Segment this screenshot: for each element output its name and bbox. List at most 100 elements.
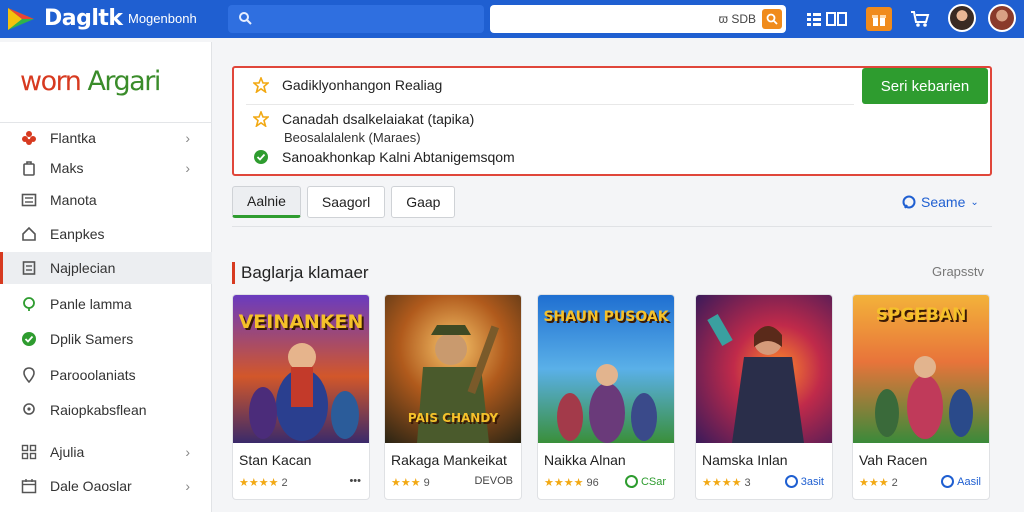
- status-circle-icon: [624, 475, 638, 488]
- sidebar-item-label: Ajulia: [50, 444, 85, 460]
- game-card-tag: DEVOB: [474, 475, 513, 487]
- star-icon: [252, 110, 270, 128]
- rating-stars: ★★★ 9: [391, 476, 430, 489]
- star-icon: ★★★★: [239, 477, 279, 489]
- rating-stars: ★★★★ 2: [239, 476, 288, 489]
- location-icon: [20, 366, 38, 384]
- chevron-right-icon: ›: [185, 444, 190, 460]
- game-card-image: [696, 295, 832, 443]
- sidebar-item-najplecian[interactable]: Najplecian: [0, 252, 212, 284]
- game-card[interactable]: SHAUN PUSOAK Naikka Alnan ★★★★ 96 CSar: [537, 294, 675, 500]
- sidebar-item-flantka[interactable]: Flantka ›: [0, 122, 212, 154]
- sidebar-item-eanpkes[interactable]: Eanpkes: [0, 218, 212, 250]
- game-card-title: Naikka Alnan: [544, 452, 626, 468]
- rating-value: 2: [281, 477, 288, 489]
- calendar-icon: [20, 477, 38, 495]
- tab-aalnie[interactable]: Aalnie: [232, 186, 301, 218]
- rating-value: 9: [423, 477, 430, 489]
- brand-subtitle: Mogenbonh: [128, 11, 197, 26]
- sidebar-item-panle-lamma[interactable]: Panle lamma: [0, 288, 212, 320]
- more-options-icon[interactable]: •••: [349, 475, 361, 487]
- rating-value: 96: [586, 477, 599, 489]
- sidebar: worn Argari Flantka › Maks › Manota Eanp…: [0, 42, 212, 512]
- check-icon: [20, 330, 38, 348]
- notification-panel: Gadiklyonhangon Realiag Canadah dsalkela…: [232, 66, 992, 176]
- alert-action-button[interactable]: Seri kebarien: [862, 68, 988, 104]
- game-card-art-title: PAIS CHANDY: [407, 411, 499, 425]
- game-card-art-title: SHAUN PUSOAK: [543, 309, 669, 325]
- sidebar-logo[interactable]: worn Argari: [20, 66, 161, 97]
- game-card-art-title: VEINANKEN: [238, 311, 364, 333]
- avatar[interactable]: [948, 4, 976, 32]
- tab-gaap[interactable]: Gaap: [391, 186, 456, 218]
- tab-saagorl[interactable]: Saagorl: [306, 186, 386, 218]
- sidebar-item-ajulia[interactable]: Ajulia ›: [0, 436, 212, 468]
- game-card[interactable]: VEINANKEN Stan Kacan ★★★★ 2 •••: [232, 294, 370, 500]
- top-bar: Dagltk Mogenbonh ϖ SDB: [0, 0, 1024, 38]
- chevron-down-icon: ⌄: [970, 196, 979, 208]
- section-title: Baglarja klamaer: [232, 262, 369, 284]
- rating-value: 2: [891, 477, 898, 489]
- chevron-right-icon: ›: [185, 130, 190, 146]
- game-card[interactable]: PAIS CHANDY Rakaga Mankeikat ★★★ 9 DEVOB: [384, 294, 522, 500]
- game-card[interactable]: Namska Inlan ★★★★ 3 3asit: [695, 294, 833, 500]
- rating-stars: ★★★ 2: [859, 476, 898, 489]
- notification-detail: Canadah dsalkelaiakat (tapika): [282, 111, 475, 127]
- sidebar-item-dale-oaoslar[interactable]: Dale Oaoslar ›: [0, 470, 212, 502]
- brand-name[interactable]: Dagltk: [44, 6, 123, 31]
- game-card-tag: 3asit: [784, 475, 824, 488]
- game-card-title: Rakaga Mankeikat: [391, 452, 507, 468]
- star-icon: ★★★: [391, 477, 421, 489]
- sidebar-item-label: Parooolaniats: [50, 367, 136, 383]
- list-icon: [20, 191, 38, 209]
- avatar[interactable]: [988, 4, 1016, 32]
- game-card-tag: CSar: [624, 475, 666, 488]
- game-card[interactable]: SPGEBAN Vah Racen ★★★ 2 Aasil: [852, 294, 990, 500]
- star-icon: ★★★★: [702, 477, 742, 489]
- game-card-title: Vah Racen: [859, 452, 928, 468]
- star-icon: ★★★: [859, 477, 889, 489]
- sidebar-item-manota[interactable]: Manota: [0, 184, 212, 216]
- game-card-title: Stan Kacan: [239, 452, 312, 468]
- gift-icon[interactable]: [866, 7, 892, 31]
- chevron-right-icon: ›: [185, 160, 190, 176]
- cart-icon[interactable]: [908, 7, 932, 31]
- sidebar-item-label: Dplik Samers: [50, 331, 134, 347]
- sidebar-item-maks[interactable]: Maks ›: [0, 152, 212, 184]
- notification-title: Gadiklyonhangon Realiag: [282, 77, 443, 93]
- place-icon: [20, 401, 38, 419]
- search-submit-button[interactable]: [762, 9, 782, 29]
- sort-dropdown[interactable]: Seame ⌄: [902, 194, 979, 210]
- star-icon: [252, 76, 270, 94]
- doc-icon: [20, 259, 38, 277]
- sidebar-item-dplik-samers[interactable]: Dplik Samers: [0, 323, 212, 355]
- sidebar-item-label: Dale Oaoslar: [50, 478, 132, 494]
- notification-status: Sanoakhonkap Kalni Abtanigemsqom: [282, 149, 515, 165]
- game-card-tag-label: CSar: [640, 475, 666, 488]
- search-icon: [766, 13, 778, 25]
- sidebar-item-label: Manota: [50, 192, 97, 208]
- pin-icon: [20, 295, 38, 313]
- bag-icon: [20, 159, 38, 177]
- star-icon: ★★★★: [544, 477, 584, 489]
- notification-subdetail: Beosalalalenk (Maraes): [284, 130, 421, 145]
- chevron-right-icon: ›: [185, 478, 190, 494]
- grid-icon[interactable]: [806, 7, 848, 31]
- game-card-tag-label: 3asit: [800, 475, 824, 488]
- grid-icon: [20, 443, 38, 461]
- logo-icon[interactable]: [6, 6, 36, 32]
- search-input[interactable]: [228, 5, 484, 33]
- game-card-image: PAIS CHANDY: [385, 295, 521, 443]
- notification-row: Gadiklyonhangon Realiag: [252, 76, 442, 94]
- search-icon: [238, 11, 252, 28]
- section-see-all-link[interactable]: Grapsstv: [932, 264, 984, 279]
- notification-row: Canadah dsalkelaiakat (tapika): [252, 110, 474, 128]
- content-divider: [232, 226, 992, 227]
- main-search-field[interactable]: ϖ SDB: [490, 5, 786, 33]
- flower-icon: [20, 129, 38, 147]
- sidebar-item-parooolaniats[interactable]: Parooolaniats: [0, 359, 212, 391]
- rating-value: 3: [744, 477, 751, 489]
- sidebar-item-raiopkabsflean[interactable]: Raiopkabsflean: [0, 394, 212, 426]
- sidebar-logo-part1: worn: [20, 66, 82, 97]
- game-card-image: SPGEBAN: [853, 295, 989, 443]
